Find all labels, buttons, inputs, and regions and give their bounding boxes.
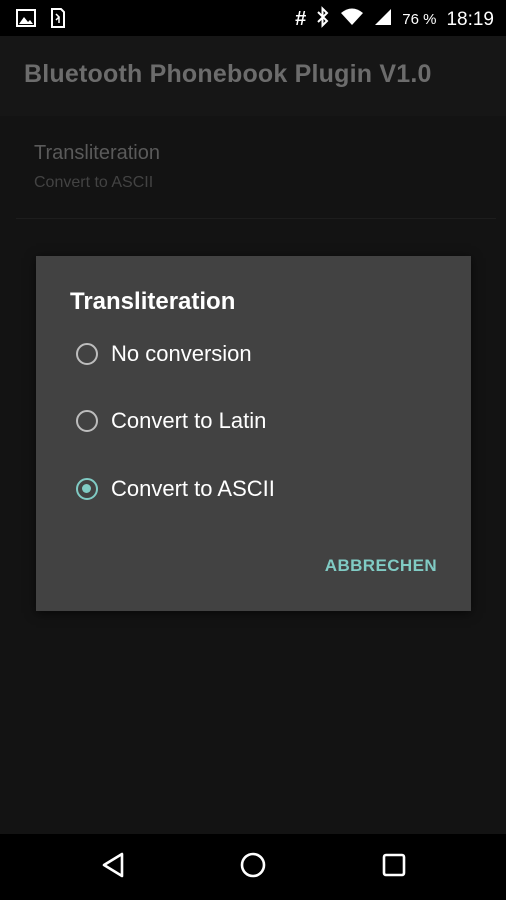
battery-percent: 76 % — [402, 11, 437, 28]
preference-summary: Convert to ASCII — [34, 174, 154, 191]
clock: 18:19 — [446, 8, 494, 30]
bluetooth-icon — [316, 6, 330, 33]
option-label: Convert to ASCII — [111, 476, 275, 501]
radio-button-checked-icon[interactable] — [76, 478, 98, 500]
cellular-signal-icon — [374, 8, 392, 31]
option-label: Convert to Latin — [111, 408, 267, 433]
dialog-title: Transliteration — [70, 288, 236, 315]
home-button[interactable] — [236, 850, 270, 884]
back-icon — [100, 851, 126, 884]
app-bar: Bluetooth Phonebook Plugin V1.0 — [0, 36, 506, 116]
recents-button[interactable] — [377, 850, 411, 884]
app-title: Bluetooth Phonebook Plugin V1.0 — [24, 60, 432, 88]
back-button[interactable] — [96, 850, 130, 884]
sim-card-icon — [50, 8, 66, 33]
preference-title: Transliteration — [34, 142, 160, 164]
navigation-bar — [0, 834, 506, 900]
hash-icon: # — [295, 8, 307, 30]
radio-button-icon[interactable] — [76, 343, 98, 365]
option-no-conversion[interactable]: No conversion — [76, 334, 436, 374]
cancel-button[interactable]: ABBRECHEN — [325, 556, 437, 576]
option-convert-to-latin[interactable]: Convert to Latin — [76, 401, 436, 441]
recents-icon — [381, 852, 407, 883]
image-icon — [16, 9, 36, 32]
screen: # 76 % 18:19 Bluetooth Phonebook Plugin — [0, 0, 506, 900]
status-bar: # 76 % 18:19 — [0, 0, 506, 36]
transliteration-dialog: Transliteration No conversion Convert to… — [36, 256, 471, 611]
option-convert-to-ascii[interactable]: Convert to ASCII — [76, 469, 436, 509]
option-label: No conversion — [111, 341, 252, 366]
home-icon — [239, 851, 267, 884]
radio-button-icon[interactable] — [76, 410, 98, 432]
wifi-icon — [340, 8, 364, 31]
preference-transliteration[interactable]: Transliteration Convert to ASCII — [16, 136, 496, 219]
